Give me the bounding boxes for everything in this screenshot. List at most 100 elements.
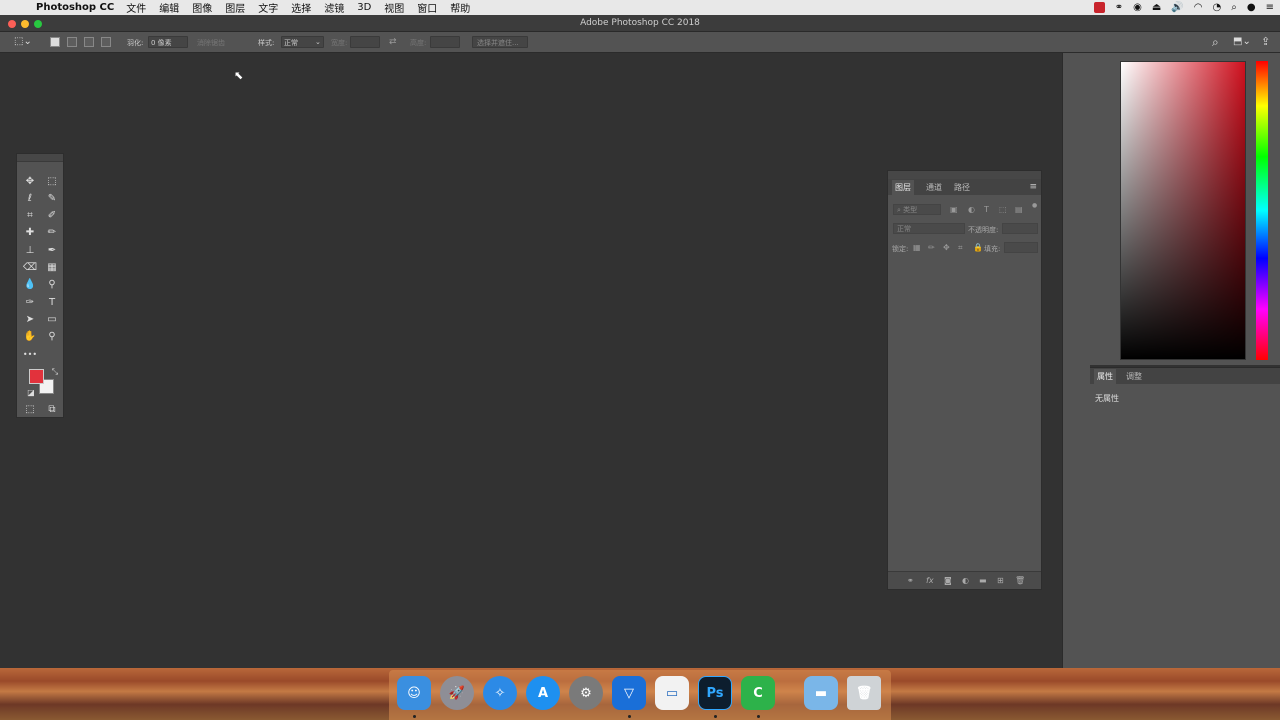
lock-artboard-icon[interactable]: ⌗ [958, 243, 963, 253]
menu-select[interactable]: 选择 [291, 0, 311, 15]
adjustment-filter-icon[interactable]: ◐ [968, 205, 975, 214]
gradient-tool-icon[interactable]: ▦ [44, 260, 60, 274]
type-filter-icon[interactable]: T [984, 205, 989, 214]
eye-icon[interactable]: ◉ [1133, 2, 1142, 13]
workspace-icon[interactable]: ⬒⌄ [1233, 36, 1251, 47]
antialias-checkbox[interactable]: 消除锯齿 [197, 38, 225, 48]
eraser-tool-icon[interactable]: ⌫ [22, 260, 38, 274]
tab-channels[interactable]: 通道 [926, 182, 942, 193]
path-selection-tool-icon[interactable]: ➤ [22, 312, 38, 326]
menu-edit[interactable]: 编辑 [159, 0, 179, 15]
default-colors-icon[interactable]: ◪ [23, 385, 39, 399]
dodge-tool-icon[interactable]: ⚲ [44, 277, 60, 291]
menu-window[interactable]: 窗口 [417, 0, 437, 15]
menu-file[interactable]: 文件 [126, 0, 146, 15]
tab-paths[interactable]: 路径 [954, 182, 970, 193]
swap-colors-icon[interactable]: ⤡ [47, 365, 63, 379]
lock-position-icon[interactable]: ✥ [943, 243, 950, 252]
smart-object-filter-icon[interactable]: ▤ [1015, 205, 1023, 214]
menu-filter[interactable]: 滤镜 [324, 0, 344, 15]
trash-icon[interactable]: 🗑 [847, 676, 881, 710]
new-group-icon[interactable]: ▬ [979, 576, 987, 585]
red-app-icon[interactable] [1093, 2, 1105, 13]
crop-tool-icon[interactable]: ⌗ [22, 208, 38, 222]
menu-help[interactable]: 帮助 [450, 0, 470, 15]
quick-select-tool-icon[interactable]: ✎ [44, 191, 60, 205]
style-select[interactable]: 正常 [284, 38, 298, 48]
height-input[interactable] [430, 36, 460, 48]
panel-menu-icon[interactable]: ≡ [1029, 182, 1037, 192]
marquee-preset-icon[interactable]: ⬚⌄ [14, 36, 32, 47]
intersect-selection-icon[interactable] [101, 37, 111, 47]
clock-icon[interactable]: ◔ [1213, 2, 1222, 13]
link-icon[interactable]: ⚭ [1115, 2, 1123, 13]
zoom-tool-icon[interactable]: ⚲ [44, 329, 60, 343]
volume-icon[interactable]: 🔊 [1171, 2, 1183, 13]
hand-tool-icon[interactable]: ✋ [22, 329, 38, 343]
layer-mask-icon[interactable]: ◙ [944, 576, 952, 585]
subtract-selection-icon[interactable] [84, 37, 94, 47]
type-tool-icon[interactable]: T [44, 295, 60, 309]
feather-input[interactable]: 0 像素 [151, 38, 172, 48]
link-layers-icon[interactable]: ⚭ [907, 576, 914, 585]
screen-mode-icon[interactable]: ⧉ [44, 402, 60, 416]
new-selection-icon[interactable] [50, 37, 60, 47]
clone-stamp-tool-icon[interactable]: ⊥ [22, 243, 38, 257]
fill-input[interactable] [1004, 242, 1038, 253]
adjustment-layer-icon[interactable]: ◐ [962, 576, 969, 585]
eyedropper-tool-icon[interactable]: ✐ [44, 208, 60, 222]
layers-panel-header[interactable] [888, 171, 1041, 179]
safari-icon[interactable]: ✧ [483, 676, 517, 710]
pixel-filter-icon[interactable]: ▣ [950, 205, 958, 214]
finder-icon[interactable]: ☺ [397, 676, 431, 710]
search-icon[interactable]: ⌕ [1212, 35, 1219, 50]
camtasia-icon[interactable]: C [741, 676, 775, 710]
menu-type[interactable]: 文字 [258, 0, 278, 15]
tab-properties[interactable]: 属性 [1094, 368, 1116, 384]
menu-view[interactable]: 视图 [384, 0, 404, 15]
add-selection-icon[interactable] [67, 37, 77, 47]
blur-tool-icon[interactable]: 💧 [22, 277, 38, 291]
shield-app-icon[interactable]: ▽ [612, 676, 646, 710]
photoshop-icon[interactable]: Ps [698, 676, 732, 710]
marquee-tool-icon[interactable]: ⬚ [44, 174, 60, 188]
new-layer-icon[interactable]: ⊞ [997, 576, 1004, 585]
rectangle-tool-icon[interactable]: ▭ [44, 312, 60, 326]
filter-toggle-icon[interactable]: ● [1032, 202, 1037, 209]
opacity-input[interactable] [1002, 223, 1038, 234]
history-brush-tool-icon[interactable]: ✒ [44, 243, 60, 257]
share-icon[interactable]: ⇪ [1261, 35, 1270, 48]
keynote-icon[interactable]: ▭ [655, 676, 689, 710]
menu-layer[interactable]: 图层 [225, 0, 245, 15]
width-input[interactable] [350, 36, 380, 48]
siri-icon[interactable]: ● [1247, 2, 1256, 13]
lock-paint-icon[interactable]: ✏ [928, 243, 935, 252]
launchpad-icon[interactable]: 🚀 [440, 676, 474, 710]
hue-slider[interactable] [1256, 61, 1268, 360]
menu-3d[interactable]: 3D [357, 2, 371, 13]
app-menu[interactable]: Photoshop CC [36, 2, 114, 13]
eject-icon[interactable]: ⏏ [1152, 2, 1161, 13]
list-icon[interactable]: ≡ [1266, 2, 1274, 13]
lasso-tool-icon[interactable]: ℓ [22, 191, 38, 205]
blend-mode-select[interactable]: 正常 [893, 223, 965, 234]
system-preferences-icon[interactable]: ⚙ [569, 676, 603, 710]
menu-image[interactable]: 图像 [192, 0, 212, 15]
more-tools-icon[interactable]: ••• [22, 347, 38, 361]
swap-icon[interactable]: ⇄ [389, 37, 397, 47]
tab-layers[interactable]: 图层 [892, 179, 914, 195]
move-tool-icon[interactable]: ✥ [22, 174, 38, 188]
healing-brush-tool-icon[interactable]: ✚ [22, 225, 38, 239]
app-store-icon[interactable]: A [526, 676, 560, 710]
folder-icon[interactable]: ▬ [804, 676, 838, 710]
delete-layer-icon[interactable]: 🗑 [1015, 576, 1025, 585]
tools-panel-header[interactable] [17, 154, 63, 162]
select-and-mask-button[interactable]: 选择并遮住... [477, 38, 519, 48]
lock-transparency-icon[interactable]: ▦ [913, 243, 921, 252]
foreground-color-swatch[interactable] [29, 369, 44, 384]
lock-all-icon[interactable]: 🔒 [973, 243, 983, 252]
shape-filter-icon[interactable]: ⬚ [999, 205, 1007, 214]
wifi-icon[interactable]: ◠ [1194, 2, 1203, 13]
quick-mask-icon[interactable]: ⬚ [22, 402, 38, 416]
pen-tool-icon[interactable]: ✑ [22, 295, 38, 309]
